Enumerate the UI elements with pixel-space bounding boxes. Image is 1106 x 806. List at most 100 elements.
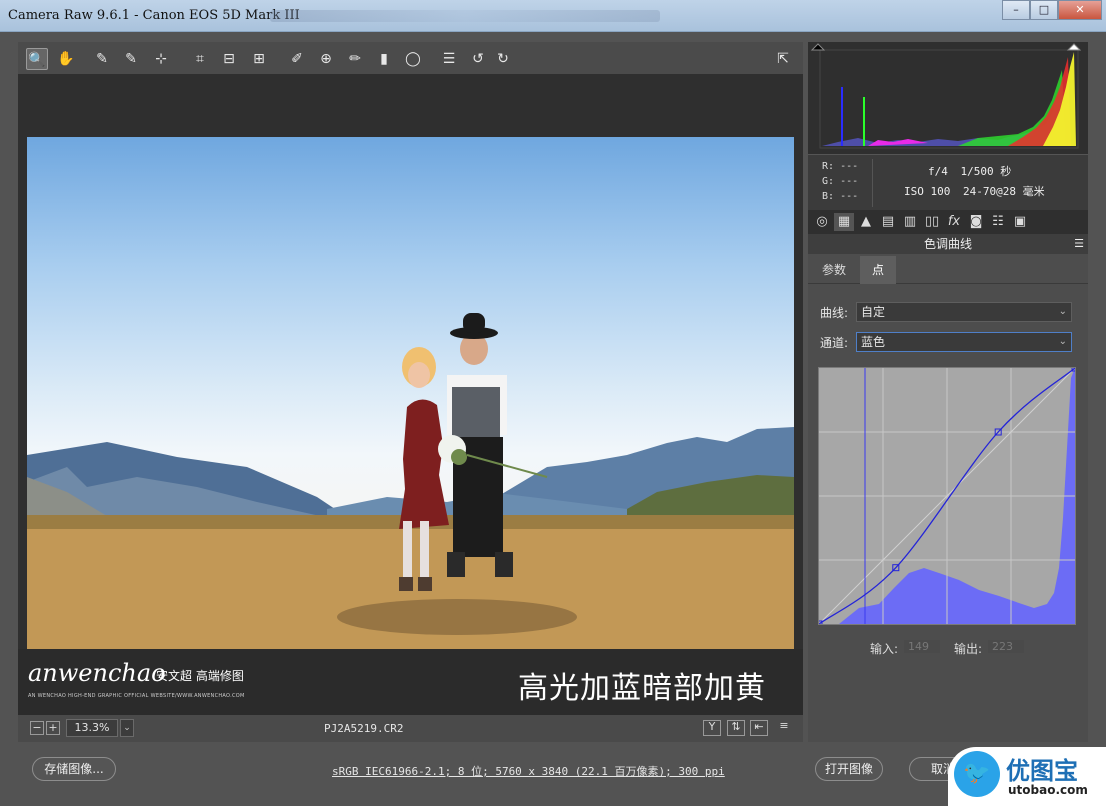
swap-icon[interactable]: ⇅: [727, 720, 745, 736]
spot-removal-tool-icon[interactable]: ✐: [286, 48, 308, 70]
lens: 24-70@28 毫米: [962, 185, 1045, 198]
fullscreen-icon[interactable]: ⇱: [772, 48, 794, 70]
hsl-panel-icon[interactable]: ▤: [878, 213, 898, 231]
crop-tool-icon[interactable]: ⌗: [189, 48, 211, 70]
shutter-speed: 1/500 秒: [960, 165, 1012, 178]
zoom-dropdown-chevron-icon[interactable]: ⌄: [120, 719, 134, 737]
title-bar: Camera Raw 9.6.1 - Canon EOS 5D Mark III…: [0, 0, 1106, 32]
zoom-out-button[interactable]: −: [30, 721, 44, 735]
settings-sliders-icon[interactable]: ≡: [775, 720, 793, 736]
histogram-graph: [810, 43, 1082, 149]
channel-label: 通道:: [820, 336, 849, 350]
right-panel: R: --- G: --- B: --- f/4 1/500 秒 ISO 100…: [808, 42, 1088, 742]
hand-tool-icon[interactable]: ✋: [55, 48, 77, 70]
tab-parametric[interactable]: 参数: [810, 256, 858, 284]
filename: PJ2A5219.CR2: [324, 722, 404, 735]
detail-panel-icon[interactable]: ▲: [856, 213, 876, 231]
channel-value: 蓝色: [861, 335, 886, 349]
curve-subtabs: 参数 点: [808, 256, 1088, 284]
status-bar: − + 13.3% ⌄ PJ2A5219.CR2 Y ⇅ ⇤ ≡: [18, 715, 803, 742]
histogram: [808, 42, 1088, 154]
radial-filter-tool-icon[interactable]: ◯: [402, 48, 424, 70]
shadow-clipping-icon: [810, 43, 826, 51]
lens-corrections-panel-icon[interactable]: ▯▯: [922, 213, 942, 231]
rotate-cw-icon[interactable]: ↻: [492, 48, 514, 70]
chevron-down-icon: ⌄: [1058, 336, 1067, 347]
b-value: ---: [840, 191, 859, 202]
camera-calibration-panel-icon[interactable]: ◙: [966, 213, 986, 231]
camera-raw-window: 🔍 ✋ ✎ ✎ ⊹ ⌗ ⊟ ⊞ ✐ ⊕ ✏ ▮ ◯ ☰ ↺ ↻ ⇱ anwenc…: [0, 32, 1106, 806]
effects-panel-icon[interactable]: fx: [944, 213, 964, 231]
boy-vest: [452, 387, 500, 439]
preview-pane: 🔍 ✋ ✎ ✎ ⊹ ⌗ ⊟ ⊞ ✐ ⊕ ✏ ▮ ◯ ☰ ↺ ↻ ⇱ anwenc…: [18, 42, 803, 742]
white-balance-tool-icon[interactable]: ✎: [91, 48, 113, 70]
b-label: B:: [822, 191, 835, 202]
channel-select[interactable]: 蓝色 ⌄: [856, 332, 1072, 352]
straighten-tool-icon[interactable]: ⊟: [218, 48, 240, 70]
aperture: f/4: [928, 165, 948, 178]
split-toning-panel-icon[interactable]: ▥: [900, 213, 920, 231]
minimize-button[interactable]: –: [1002, 0, 1030, 20]
girl-dress: [399, 399, 449, 529]
rotate-ccw-icon[interactable]: ↺: [467, 48, 489, 70]
bird-logo-icon: 🐦: [954, 751, 1000, 797]
curve-label: 曲线:: [820, 306, 849, 320]
graduated-filter-tool-icon[interactable]: ▮: [373, 48, 395, 70]
zoom-in-button[interactable]: +: [46, 721, 60, 735]
y-compare-icon[interactable]: Y: [703, 720, 721, 736]
watermark-cn: 安文超 高端修图: [156, 669, 244, 683]
input-output: 输入: 149 输出: 223: [808, 640, 1088, 660]
r-label: R:: [822, 161, 835, 172]
curve-preset-select[interactable]: 自定 ⌄: [856, 302, 1072, 322]
photo-preview[interactable]: [27, 137, 794, 649]
curve-preset-value: 自定: [861, 305, 886, 319]
highlight-clipping-icon: [1066, 43, 1082, 51]
watermark-bar: anwenchao 安文超 高端修图 AN WENCHAO HIGH-END G…: [18, 649, 803, 715]
input-value[interactable]: 149: [904, 640, 940, 653]
photo-scene: [27, 313, 794, 649]
workflow-options-link[interactable]: sRGB IEC61966-2.1; 8 位; 5760 x 3840 (22.…: [332, 763, 725, 779]
camera-info: R: --- G: --- B: --- f/4 1/500 秒 ISO 100…: [808, 154, 1088, 210]
transform-tool-icon[interactable]: ⊞: [248, 48, 270, 70]
tone-curve-graph[interactable]: [815, 364, 1079, 628]
curve-svg[interactable]: [815, 364, 1079, 628]
brand-url: utobao.com: [1008, 783, 1088, 797]
preferences-tool-icon[interactable]: ☰: [438, 48, 460, 70]
tab-point[interactable]: 点: [860, 256, 897, 284]
brand-cn: 优图宝: [1006, 757, 1078, 785]
close-button[interactable]: ✕: [1058, 0, 1102, 20]
presets-panel-icon[interactable]: ☷: [988, 213, 1008, 231]
panel-menu-icon[interactable]: ☰: [1074, 234, 1084, 254]
chevron-down-icon: ⌄: [1058, 306, 1067, 317]
copy-settings-icon[interactable]: ⇤: [750, 720, 768, 736]
input-label: 输入:: [870, 642, 899, 656]
zoom-level[interactable]: 13.3%: [66, 719, 118, 737]
adjustment-brush-tool-icon[interactable]: ✏: [344, 48, 366, 70]
r-value: ---: [840, 161, 859, 172]
window-controls: – □ ✕: [1002, 0, 1102, 20]
output-label: 输出:: [954, 642, 983, 656]
g-value: ---: [840, 176, 859, 187]
window-title: Camera Raw 9.6.1 - Canon EOS 5D Mark III: [8, 8, 300, 23]
watermark-logo: anwenchao: [28, 659, 166, 687]
tone-curve-panel-icon[interactable]: ▦: [834, 213, 854, 231]
color-sampler-tool-icon[interactable]: ✎: [120, 48, 142, 70]
g-label: G:: [822, 176, 835, 187]
red-eye-tool-icon[interactable]: ⊕: [315, 48, 337, 70]
tone-curve-title: 色调曲线: [923, 237, 972, 251]
zoom-tool-icon[interactable]: 🔍: [26, 48, 48, 70]
blurred-menu-text: [270, 10, 660, 22]
targeted-adjustment-tool-icon[interactable]: ⊹: [150, 48, 172, 70]
output-value[interactable]: 223: [988, 640, 1024, 653]
watermark-small: AN WENCHAO HIGH-END GRAPHIC OFFICIAL WEB…: [28, 693, 245, 699]
utobao-watermark: 🐦 优图宝 utobao.com: [948, 747, 1106, 806]
save-image-button[interactable]: 存储图像...: [32, 757, 116, 781]
basic-panel-icon[interactable]: ◎: [812, 213, 832, 231]
toolbar: 🔍 ✋ ✎ ✎ ⊹ ⌗ ⊟ ⊞ ✐ ⊕ ✏ ▮ ◯ ☰ ↺ ↻ ⇱: [18, 42, 803, 74]
caption-text: 高光加蓝暗部加黄: [518, 671, 766, 706]
open-image-button[interactable]: 打开图像: [815, 757, 883, 781]
panel-tabs: ◎ ▦ ▲ ▤ ▥ ▯▯ fx ◙ ☷ ▣: [808, 210, 1088, 234]
maximize-button[interactable]: □: [1030, 0, 1058, 20]
iso: ISO 100: [904, 185, 951, 198]
snapshots-panel-icon[interactable]: ▣: [1010, 213, 1030, 231]
